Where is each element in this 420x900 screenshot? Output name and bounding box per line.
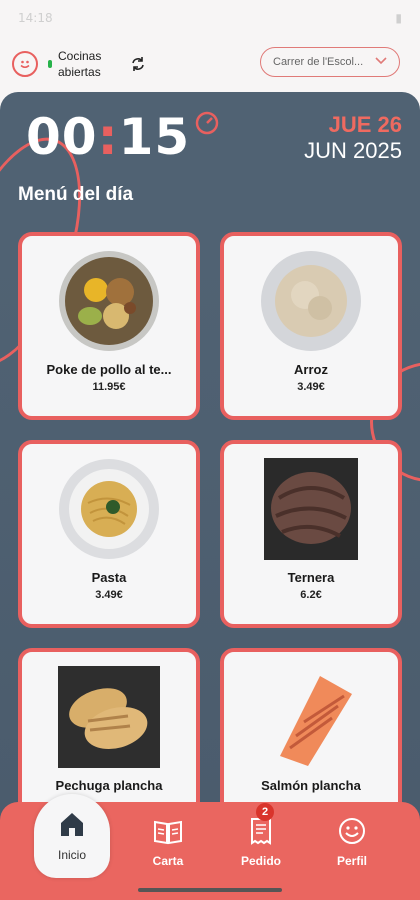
- menu-title: Menú del día: [18, 184, 134, 205]
- status-time: 14:18: [18, 11, 53, 25]
- main-panel: 00:15 JUE 26 JUN 2025 Menú del día Poke …: [0, 92, 420, 900]
- nav-inicio[interactable]: Inicio: [34, 794, 110, 878]
- menu-card-ternera[interactable]: Ternera 6.2€: [220, 440, 402, 628]
- nav-pedido[interactable]: 2 Pedido: [226, 803, 296, 868]
- kitchen-status: Cocinas abiertas: [48, 48, 118, 80]
- timer-separator: :: [97, 108, 119, 166]
- smile-icon: [338, 817, 366, 850]
- timer-clock-icon: [194, 110, 220, 141]
- menu-item-name: Pechuga plancha: [55, 778, 163, 793]
- location-selector[interactable]: Carrer de l'Escol...: [260, 47, 400, 77]
- menu-grid: Poke de pollo al te... 11.95€ Arroz 3.49…: [18, 232, 402, 836]
- menu-card-arroz[interactable]: Arroz 3.49€: [220, 232, 402, 420]
- menu-item-price: 6.2€: [300, 589, 322, 601]
- timer-seconds: 15: [118, 108, 191, 166]
- nav-pedido-label: Pedido: [240, 854, 281, 868]
- salmon-image: [260, 666, 362, 768]
- menu-item-price: 11.95€: [92, 381, 126, 393]
- nav-perfil[interactable]: Perfil: [317, 817, 387, 868]
- book-icon: [153, 819, 183, 850]
- kitchen-status-label: Cocinas abiertas: [58, 49, 102, 79]
- nav-carta[interactable]: Carta: [133, 819, 203, 868]
- gesture-bar: [138, 888, 282, 892]
- date-display: JUE 26 JUN 2025: [304, 112, 402, 164]
- home-icon: [58, 811, 86, 842]
- menu-item-name: Arroz: [294, 362, 328, 377]
- order-timer: 00:15: [26, 108, 220, 166]
- menu-item-name: Pasta: [91, 570, 127, 585]
- menu-item-price: 3.49€: [297, 381, 325, 393]
- location-value: Carrer de l'Escol...: [273, 56, 364, 68]
- receipt-icon: [250, 817, 272, 850]
- chevron-down-icon: [375, 56, 387, 68]
- status-bar: 14:18 ▮: [0, 0, 420, 36]
- timer-minutes: 00: [26, 108, 98, 166]
- open-indicator: [48, 60, 52, 68]
- menu-item-name: Poke de pollo al te...: [46, 362, 172, 377]
- menu-item-name: Salmón plancha: [261, 778, 361, 793]
- beef-image: [260, 458, 362, 560]
- rice-image: [260, 250, 362, 352]
- cart-badge: 2: [256, 803, 274, 821]
- poke-bowl-image: [58, 250, 160, 352]
- chicken-breast-image: [58, 666, 160, 768]
- nav-perfil-label: Perfil: [336, 854, 367, 868]
- date-month-year: JUN 2025: [304, 138, 402, 163]
- menu-card-pasta[interactable]: Pasta 3.49€: [18, 440, 200, 628]
- top-bar: Cocinas abiertas Carrer de l'Escol...: [0, 36, 420, 92]
- date-day: JUE 26: [328, 112, 402, 137]
- menu-item-price: 3.49€: [95, 589, 123, 601]
- menu-card-poke[interactable]: Poke de pollo al te... 11.95€: [18, 232, 200, 420]
- nav-inicio-label: Inicio: [57, 847, 86, 862]
- bottom-navigation: Inicio Carta 2 Pedido Perfil: [0, 794, 420, 900]
- nav-carta-label: Carta: [152, 854, 184, 868]
- menu-item-name: Ternera: [287, 570, 335, 585]
- pasta-image: [58, 458, 160, 560]
- battery-icon: ▮: [395, 11, 402, 25]
- refresh-icon[interactable]: [128, 54, 148, 74]
- smile-logo-icon[interactable]: [12, 51, 38, 77]
